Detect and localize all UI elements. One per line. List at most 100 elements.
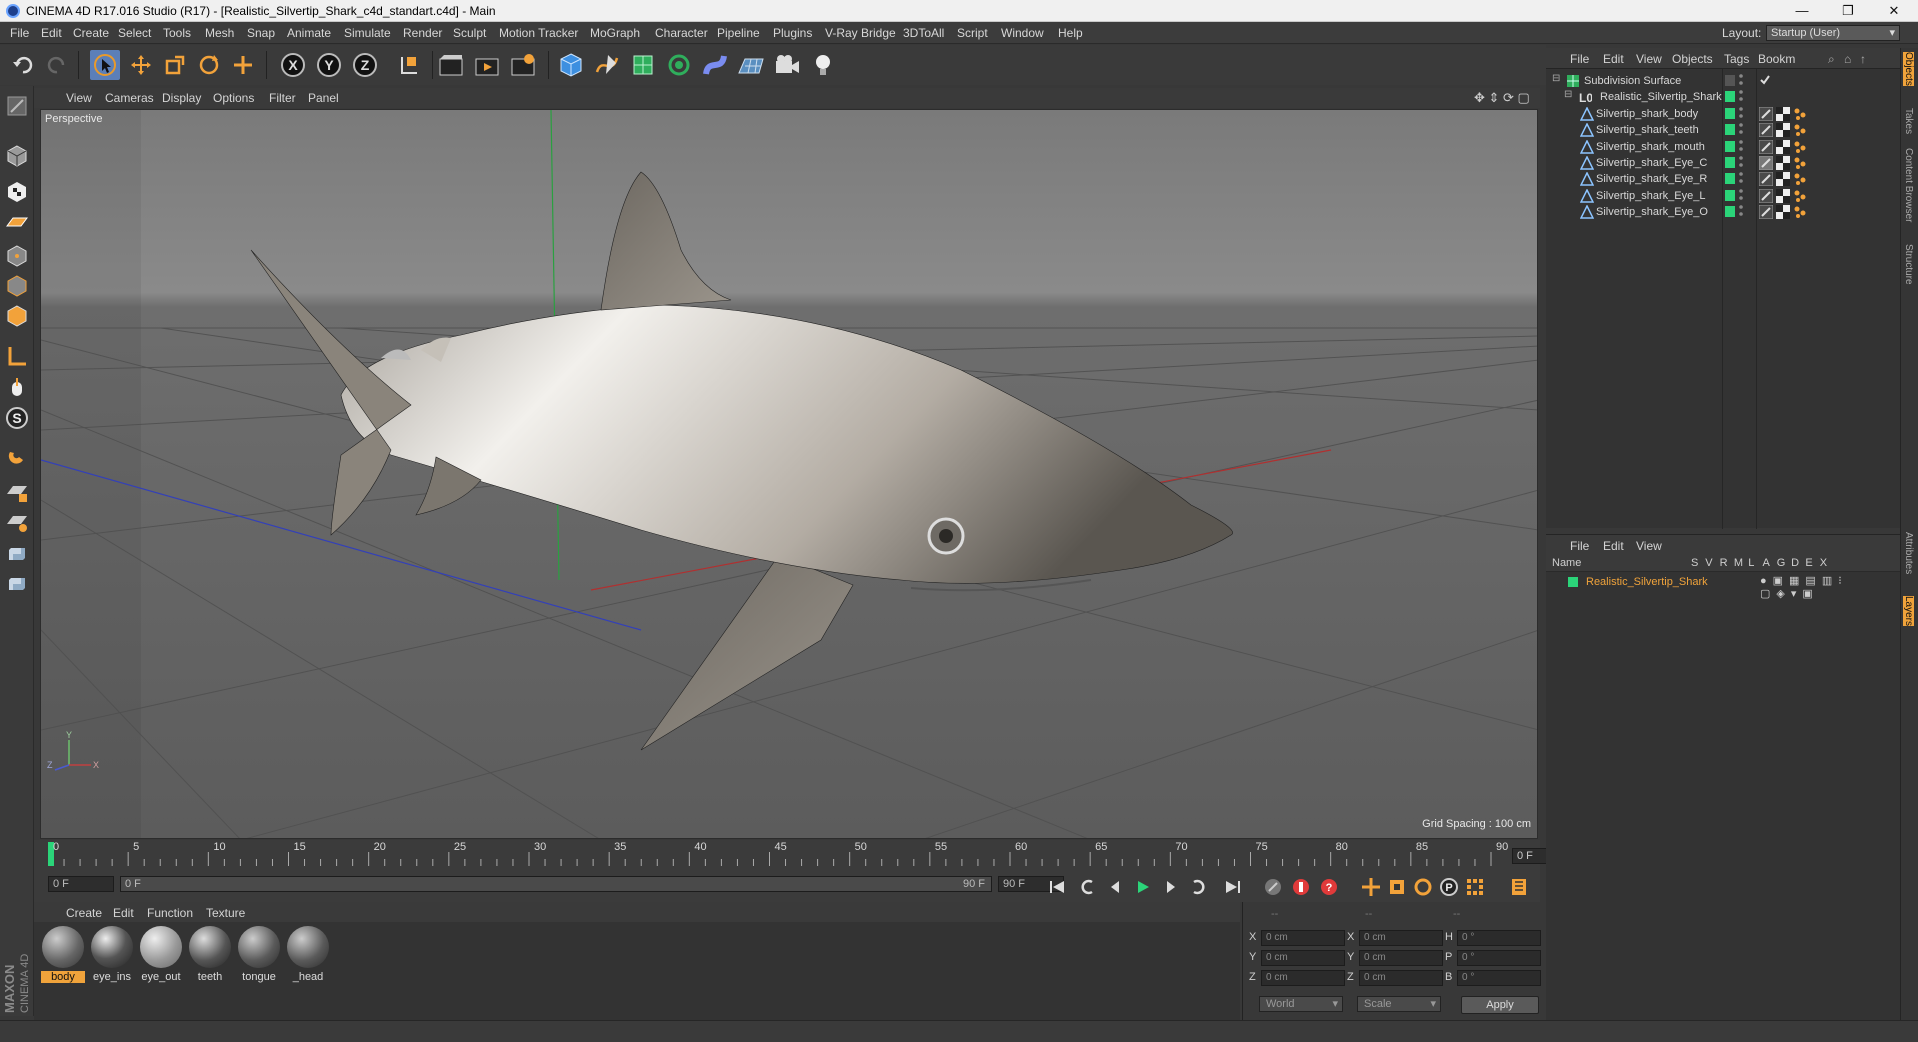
menu-motion-tracker[interactable]: Motion Tracker (499, 26, 578, 40)
timeline-window-icon[interactable] (1508, 876, 1530, 898)
menu-help[interactable]: Help (1058, 26, 1083, 40)
objects-menu-bookmarks[interactable]: Bookm (1758, 52, 1795, 66)
search-icon[interactable]: ⌕ (1828, 52, 1835, 67)
timeline-ruler[interactable]: 0 5 10 15 20 25 30 35 40 45 50 55 60 65 70 75 80 85 90 0 F (34, 840, 1574, 868)
key-position-icon[interactable] (1360, 876, 1382, 898)
visibility-dots[interactable] (1739, 188, 1743, 202)
layer-swatch[interactable] (1725, 173, 1735, 185)
keyframe-selection-icon[interactable]: ? (1318, 876, 1340, 898)
tab-attributes[interactable]: Attributes (1903, 532, 1914, 574)
layer-swatch[interactable] (1725, 157, 1735, 168)
visibility-dots[interactable] (1739, 171, 1743, 185)
next-key-icon[interactable] (1188, 876, 1210, 898)
viewport-perspective[interactable]: Perspective Y X Z Grid Spacing: 100 cm (40, 109, 1538, 839)
move-add-icon[interactable] (228, 50, 258, 80)
objects-menu-tags[interactable]: Tags (1724, 52, 1749, 66)
apply-button[interactable]: Apply (1461, 996, 1539, 1014)
snap-icon[interactable]: S (3, 404, 31, 432)
layer-swatch[interactable] (1725, 140, 1735, 152)
layer-header-col[interactable]: A (1763, 557, 1770, 569)
menu-mograph[interactable]: MoGraph (590, 26, 640, 40)
layer-header-col[interactable]: M (1734, 557, 1743, 569)
menu-tools[interactable]: Tools (163, 26, 191, 40)
edges-mode-icon[interactable] (3, 272, 31, 300)
render-view-icon[interactable] (436, 50, 466, 80)
layers-menu-file[interactable]: File (1570, 539, 1589, 553)
menu-mesh[interactable]: Mesh (205, 26, 234, 40)
make-editable-icon[interactable] (3, 92, 31, 120)
render-picture-viewer-icon[interactable] (472, 50, 502, 80)
menu-edit[interactable]: Edit (41, 26, 62, 40)
menu-simulate[interactable]: Simulate (344, 26, 391, 40)
visibility-dots[interactable] (1739, 204, 1743, 218)
undo-icon[interactable] (8, 50, 38, 80)
python-icon[interactable] (3, 540, 31, 568)
position-x-field[interactable]: 0 cm (1261, 930, 1345, 946)
cube-icon[interactable] (556, 50, 586, 80)
size-x-field[interactable]: 0 cm (1359, 930, 1443, 946)
layer-header-col[interactable]: E (1805, 557, 1812, 569)
viewport-menu-cameras[interactable]: Cameras (105, 91, 154, 105)
tab-structure[interactable]: Structure (1903, 244, 1914, 285)
edit-render-settings-icon[interactable] (508, 50, 538, 80)
menu-plugins[interactable]: Plugins (773, 26, 812, 40)
key-rotation-icon[interactable] (1412, 876, 1434, 898)
key-parameter-icon[interactable]: P (1438, 876, 1460, 898)
next-frame-icon[interactable] (1160, 876, 1182, 898)
menu-snap[interactable]: Snap (247, 26, 275, 40)
visibility-dots[interactable] (1739, 139, 1743, 153)
size-z-field[interactable]: 0 cm (1359, 970, 1443, 986)
layer-header-col[interactable]: X (1820, 557, 1827, 569)
layer-swatch[interactable] (1725, 107, 1735, 119)
rotation-b-field[interactable]: 0 ° (1457, 970, 1541, 986)
collapse-icon[interactable]: ⊟ (1552, 73, 1560, 84)
menu-pipeline[interactable]: Pipeline (717, 26, 760, 40)
play-icon[interactable] (1132, 876, 1154, 898)
material-menu-edit[interactable]: Edit (113, 906, 134, 920)
key-scale-icon[interactable] (1386, 876, 1408, 898)
layer-swatch[interactable] (1725, 124, 1735, 136)
previous-frame-icon[interactable] (1104, 876, 1126, 898)
visibility-dots[interactable] (1739, 155, 1743, 169)
axis-x-icon[interactable]: X (278, 50, 308, 80)
start-frame-field[interactable]: 0 F (48, 876, 114, 892)
up-arrow-icon[interactable]: ↑ (1860, 52, 1866, 66)
viewport-menu-filter[interactable]: Filter (269, 91, 296, 105)
object-tags[interactable] (1759, 139, 1807, 154)
position-z-field[interactable]: 0 cm (1261, 970, 1345, 986)
axis-mode-icon[interactable] (3, 342, 31, 370)
goto-start-icon[interactable] (1046, 876, 1068, 898)
layout-select[interactable]: Startup (User) ▾ (1766, 25, 1900, 41)
viewport-menu-options[interactable]: Options (213, 91, 254, 105)
menu-vray-bridge[interactable]: V-Ray Bridge (825, 26, 896, 40)
viewport-menu-display[interactable]: Display (162, 91, 201, 105)
model-mode-icon[interactable] (3, 142, 31, 170)
objects-menu-file[interactable]: File (1570, 52, 1589, 66)
close-button[interactable]: ✕ (1872, 0, 1916, 22)
menu-animate[interactable]: Animate (287, 26, 331, 40)
layer-flag-icons[interactable]: ●▣▦▤▥⁝▢◈▾▣ (1760, 574, 1900, 600)
material-teeth[interactable]: teeth (188, 926, 232, 988)
material-eye-out[interactable]: eye_out (139, 926, 183, 988)
menu-3dtoall[interactable]: 3DToAll (903, 26, 944, 40)
menu-render[interactable]: Render (403, 26, 442, 40)
light-icon[interactable] (808, 50, 838, 80)
layer-header-col[interactable]: D (1791, 557, 1799, 569)
rotate-icon[interactable] (194, 50, 224, 80)
axis-z-icon[interactable]: Z (350, 50, 380, 80)
deformer-icon[interactable] (700, 50, 730, 80)
menu-window[interactable]: Window (1001, 26, 1044, 40)
object-tags[interactable] (1759, 156, 1807, 170)
material-body[interactable]: body (41, 926, 85, 988)
object-tags[interactable] (1759, 123, 1807, 138)
visibility-dots[interactable] (1739, 106, 1743, 120)
home-icon[interactable]: ⌂ (1844, 52, 1851, 66)
layer-color-swatch[interactable] (1568, 577, 1578, 587)
range-slider[interactable]: 0 F 90 F (120, 876, 992, 892)
array-icon[interactable] (664, 50, 694, 80)
layer-swatch[interactable] (1725, 75, 1735, 86)
polygons-mode-icon[interactable] (3, 302, 31, 330)
visibility-dots[interactable] (1739, 122, 1743, 136)
menu-file[interactable]: File (10, 26, 29, 40)
tweak-mode-icon[interactable] (3, 374, 31, 402)
